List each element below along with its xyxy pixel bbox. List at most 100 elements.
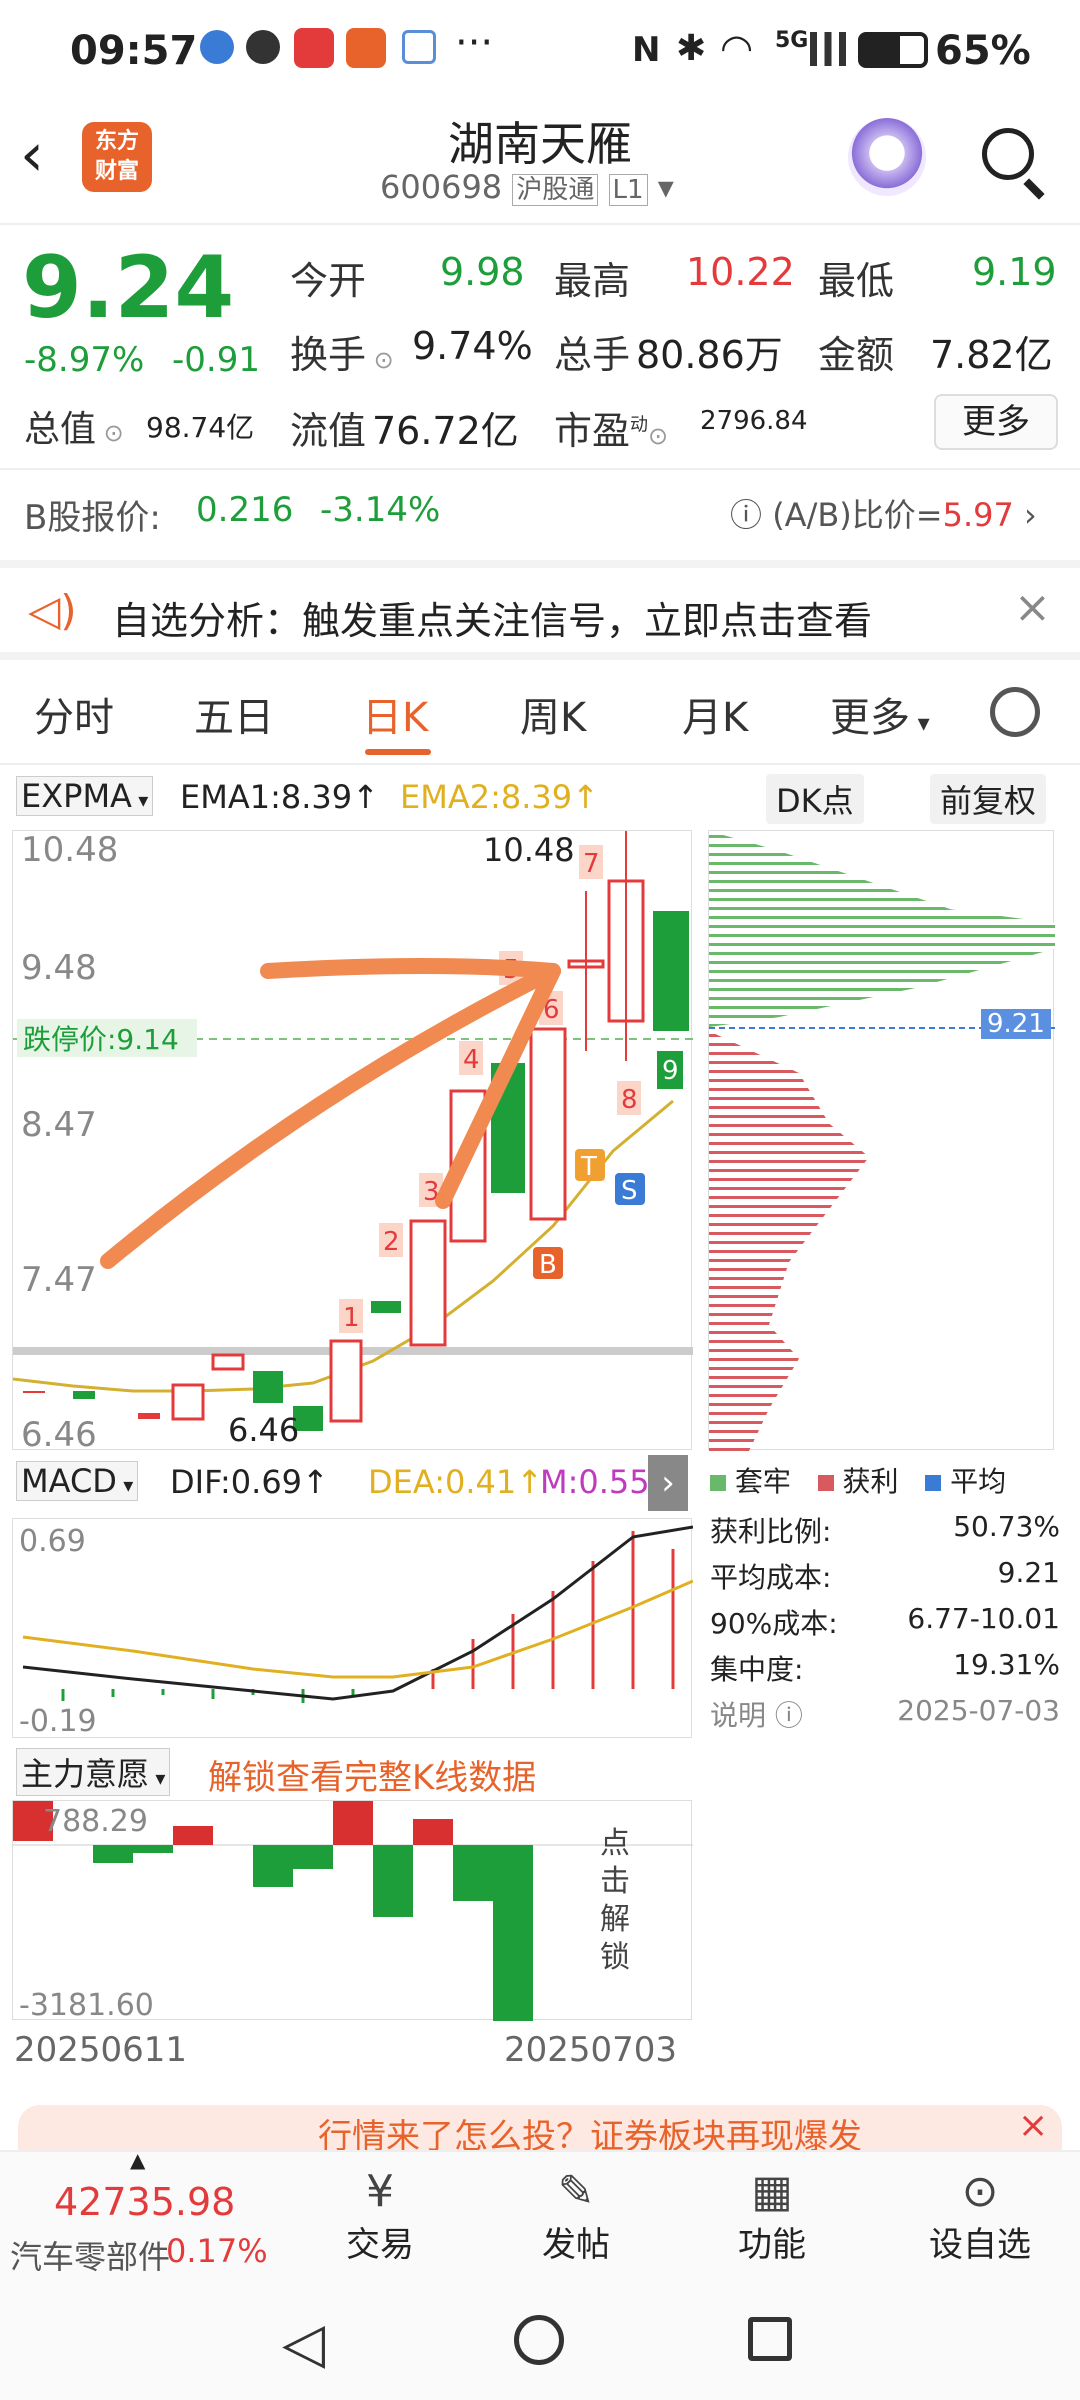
change-value: -0.91 [172,340,260,380]
macd-select[interactable]: MACD ▾ [16,1461,139,1501]
close-icon[interactable]: × [1014,582,1051,633]
float-label: 流值 [290,409,367,453]
open-label: 今开 [290,259,367,303]
zhuli-select[interactable]: 主力意愿 ▾ [16,1748,171,1796]
y-label: 10.48 [21,831,118,870]
indicator-select[interactable]: EXPMA ▾ [16,776,154,816]
svg-text:0.69: 0.69 [19,1524,86,1559]
volume-label: 总手 [554,333,631,377]
adjust-button[interactable]: 前复权 [930,774,1047,824]
stock-header: ‹ 东方 财富 湖南天雁 600698 沪股通 L1 ▾ [0,100,1080,225]
recents-icon[interactable] [748,2317,792,2361]
level-tag: L1 [608,174,648,206]
analysis-banner[interactable]: ◁) 自选分析：触发重点关注信号，立即点击查看 × [0,560,1080,660]
chip-legend: 套牢 获利 平均 [710,1460,1060,1510]
tab-rik[interactable]: 日K [362,685,428,743]
chip-row: 平均成本: 9.21 [710,1556,1060,1594]
candle [253,1371,283,1403]
close-icon[interactable]: × [1018,2105,1048,2146]
search-icon-handle [1023,178,1045,200]
svg-text:S: S [621,1176,638,1206]
active-tab-indicator [365,749,431,755]
svg-text:B: B [539,1250,557,1280]
expand-arrow-icon[interactable]: › [648,1455,688,1511]
help-icon: ⓘ [730,496,773,534]
nav-post[interactable]: ✎ 发帖 [526,2166,626,2266]
high-label: 最高 [554,259,631,303]
open-value: 9.98 [440,250,525,294]
nav-function[interactable]: ▦ 功能 [722,2166,822,2266]
candles [23,831,689,1431]
tab-yuek[interactable]: 月K [682,685,748,743]
chip-distribution: 9.21 [708,830,1055,1451]
kline-svg: 10.48 9.48 8.47 7.47 6.46 跌停价:9.14 10.48… [12,830,693,1455]
app-icon [346,28,386,68]
more-button[interactable]: 更多 [934,394,1058,450]
unlock-link[interactable]: 解锁查看完整K线数据 [208,1750,536,1799]
dea-value: DEA:0.41↑ [368,1463,544,1501]
chip-green-profile [709,831,1055,1027]
mktcap-label: 总值 ⊙ [24,409,124,450]
ema2-value: EMA2:8.39↑ [400,778,599,816]
high-mark: 10.48 [483,831,575,869]
bottom-nav: ▲ 42735.98 汽车零部件 0.17% ¥ 交易 ✎ 发帖 ▦ 功能 ⊙ 设自选 [0,2148,1080,2287]
yen-icon: ¥ [366,2166,394,2217]
battery-level: 65% [935,28,1031,74]
index-pct: 0.17% [166,2232,268,2270]
index-value: 42735.98 [54,2180,236,2224]
note-link[interactable]: 说明 [710,1699,766,1732]
unlock-button[interactable]: 点击解锁 [595,1825,635,1977]
svg-text:T: T [580,1152,597,1182]
svg-text:2: 2 [383,1227,400,1257]
y-label: 7.47 [21,1260,97,1300]
battery-icon [858,32,928,68]
chat-icon [246,30,280,64]
pe-label: 市盈动⊙ [554,409,669,453]
ab-ratio[interactable]: ⓘ (A/B)比价=5.97 › [730,490,1037,536]
tab-fenshi[interactable]: 分时 [34,685,114,743]
more-circle-icon: ⊙ [961,2166,999,2217]
svg-text:9: 9 [662,1056,679,1086]
stock-code: 600698 [380,168,503,206]
svg-text:8: 8 [621,1085,638,1115]
chevron-down-icon: ▾ [657,168,674,206]
turnover-label: 换手 ⊙ [290,333,394,377]
system-nav: ◁ [0,2285,1080,2400]
app-icon [294,28,334,68]
index-ticker[interactable]: ▲ 42735.98 汽车零部件 0.17% [0,2148,290,2287]
ad-banner[interactable]: 行情来了怎么投？证券板块再现爆发 × [18,2105,1062,2150]
bluetooth-icon: ✱ [676,28,707,69]
avg-cost-badge: 9.21 [981,1009,1051,1039]
candle [329,1339,363,1423]
signal-label: 5G [775,28,809,53]
kline-chart[interactable]: 10.48 9.48 8.47 7.47 6.46 跌停价:9.14 10.48… [12,830,693,1455]
limit-down-label: 跌停价:9.14 [23,1023,179,1056]
low-label: 最低 [818,259,895,303]
chip-stats: 套牢 获利 平均 获利比例: 50.73% 平均成本: 9.21 90%成本: 6.7… [710,1460,1060,1760]
search-icon[interactable] [982,128,1034,180]
robot-avatar-icon[interactable] [848,118,926,196]
chip-red-profile [709,1031,869,1451]
nav-add-watchlist[interactable]: ⊙ 设自选 [910,2166,1050,2266]
home-icon[interactable] [514,2315,564,2365]
tab-more[interactable]: 更多 ▾ [830,685,930,743]
date-start: 20250611 [14,2030,188,2070]
gear-icon[interactable] [990,687,1040,737]
tab-wuri[interactable]: 五日 [194,685,274,743]
bshare-pct: -3.14% [320,490,441,530]
dk-point-button[interactable]: DK点 [766,774,864,824]
change-pct: -8.97% [24,340,145,380]
y-label: 6.46 [21,1415,97,1451]
nav-trade[interactable]: ¥ 交易 [330,2166,430,2266]
volume-value: 80.86万 [636,333,783,377]
index-name: 汽车零部件 [10,2238,171,2276]
float-value: 76.72亿 [372,409,519,453]
grid-icon: ▦ [751,2166,793,2217]
nfc-icon: N [632,30,661,70]
svg-text:-3181.60: -3181.60 [19,1988,154,2021]
chip-note-row: 说明 ⓘ 2025-07-03 [710,1694,1060,1732]
stock-code-row[interactable]: 600698 沪股通 L1 ▾ [380,168,674,206]
tab-zhouk[interactable]: 周K [520,685,586,743]
back-icon[interactable]: ◁ [282,2311,325,2376]
status-bar: 09:57 ··· N ✱ ◠ 5G 65% [0,0,1080,100]
